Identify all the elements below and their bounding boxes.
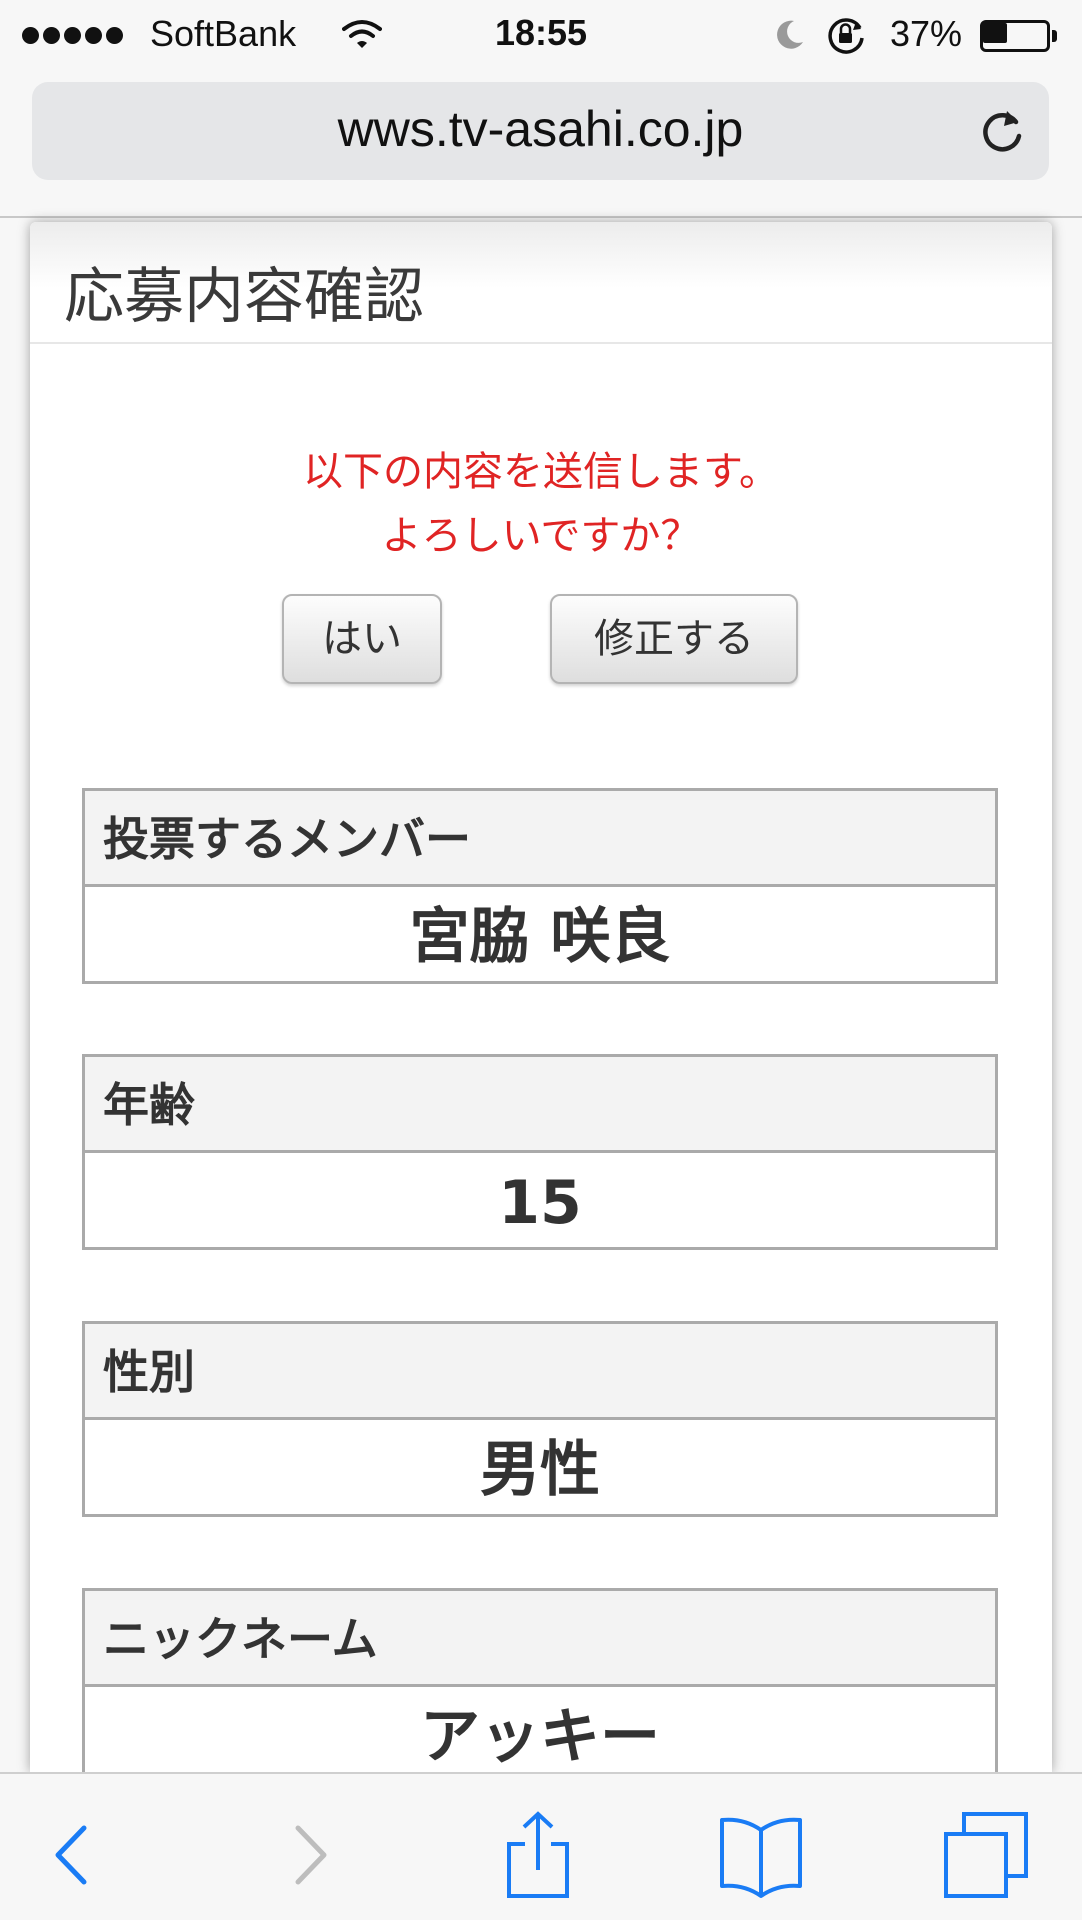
- rotation-lock-icon: [828, 18, 864, 54]
- field-member: 投票するメンバー 宮脇 咲良: [82, 788, 998, 984]
- confirm-message: 以下の内容を送信します。 よろしいですか？: [30, 440, 1052, 568]
- forward-icon[interactable]: [264, 1810, 354, 1900]
- confirm-line-2: よろしいですか？: [381, 513, 701, 559]
- field-label: 年齢: [85, 1057, 995, 1153]
- field-value: 男性: [480, 1435, 600, 1505]
- page-header: 応募内容確認: [30, 222, 1052, 344]
- battery-percentage: 37%: [890, 13, 963, 54]
- field-nickname: ニックネーム アッキー: [82, 1588, 998, 1784]
- field-label: 投票するメンバー: [85, 791, 995, 887]
- field-value: アッキー: [420, 1702, 660, 1772]
- bookmarks-icon[interactable]: [716, 1810, 806, 1900]
- screen: SoftBank 18:55 37% wws.tv-asahi.co.jp 応募…: [0, 0, 1082, 1920]
- field-gender: 性別 男性: [82, 1321, 998, 1517]
- field-value: 宮脇 咲良: [409, 902, 671, 972]
- battery-icon: [980, 20, 1058, 52]
- field-value: 15: [498, 1168, 582, 1238]
- url-text[interactable]: wws.tv-asahi.co.jp: [32, 100, 1049, 158]
- page-title: 応募内容確認: [64, 262, 424, 332]
- web-content: 応募内容確認 以下の内容を送信します。 よろしいですか？ はい 修正する 投票す…: [30, 222, 1052, 1784]
- bottom-toolbar: [0, 1772, 1082, 1920]
- moon-icon: [777, 20, 803, 49]
- tabs-icon[interactable]: [940, 1810, 1030, 1900]
- toolbar-divider: [0, 216, 1082, 218]
- status-bar: SoftBank 18:55 37%: [0, 0, 1082, 68]
- field-label: ニックネーム: [85, 1591, 995, 1687]
- confirm-line-1: 以下の内容を送信します。: [303, 449, 779, 495]
- reload-icon[interactable]: [976, 106, 1028, 158]
- share-icon[interactable]: [493, 1810, 583, 1900]
- edit-button[interactable]: 修正する: [550, 594, 798, 684]
- yes-button[interactable]: はい: [282, 594, 442, 684]
- field-label: 性別: [85, 1324, 995, 1420]
- field-age: 年齢 15: [82, 1054, 998, 1250]
- back-icon[interactable]: [28, 1810, 118, 1900]
- address-bar[interactable]: wws.tv-asahi.co.jp: [32, 82, 1049, 180]
